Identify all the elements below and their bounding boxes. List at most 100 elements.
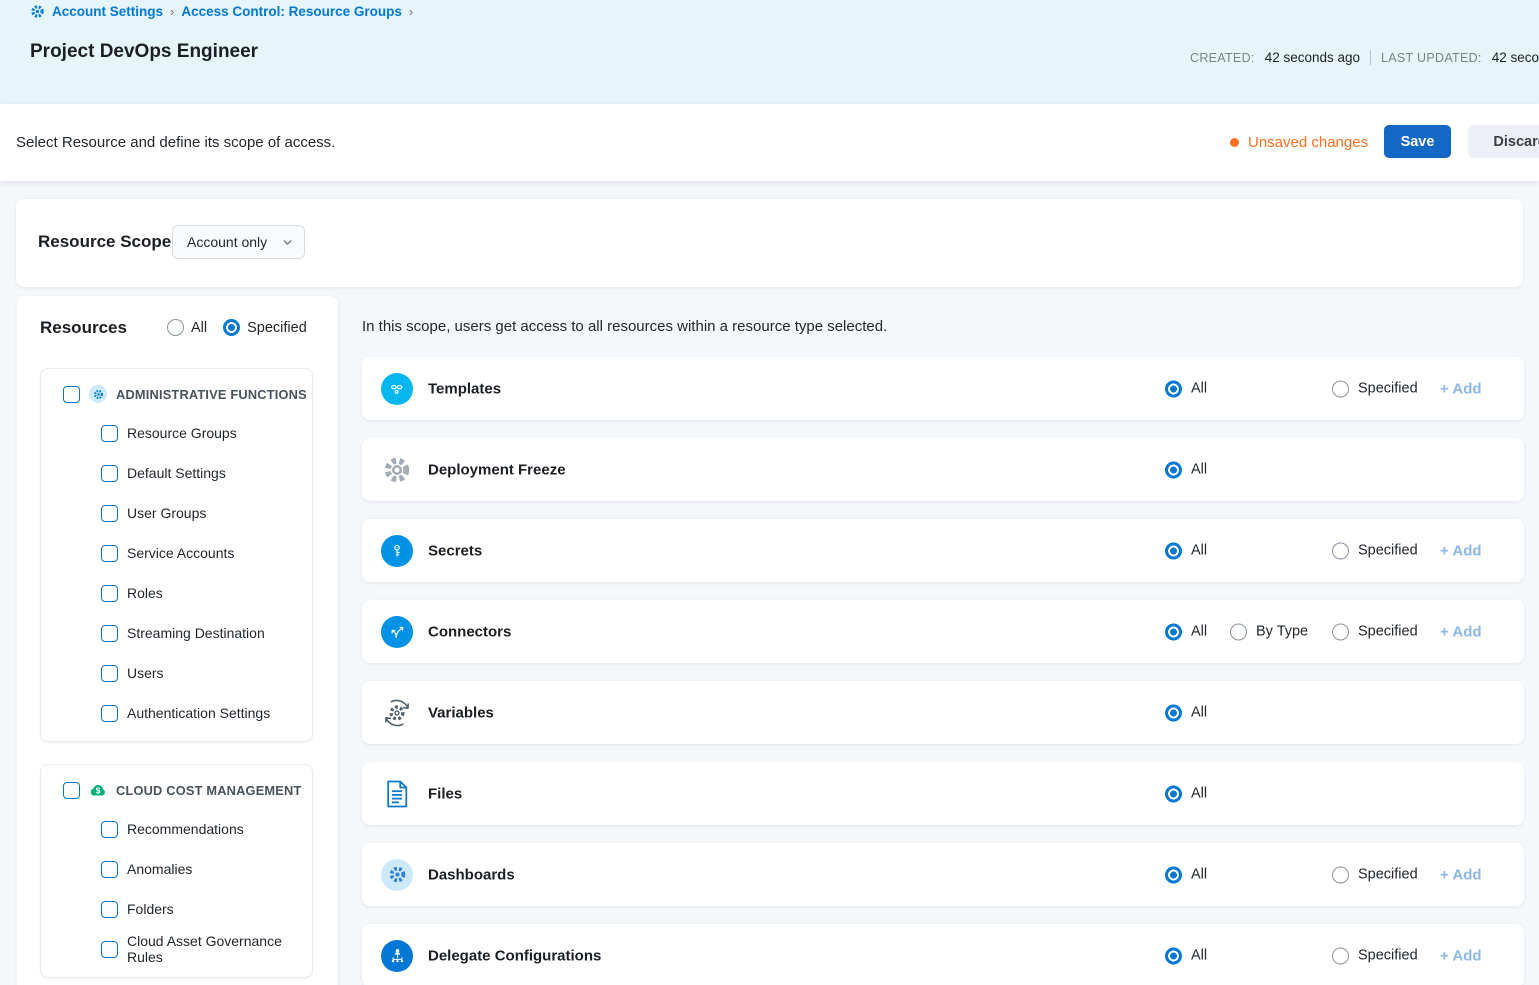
resource-type-item[interactable]: Cloud Asset Governance Rules (41, 929, 312, 969)
breadcrumb: Account Settings › Access Control: Resou… (30, 4, 413, 19)
item-checkbox[interactable] (101, 585, 118, 602)
radio-specified[interactable]: Specified (1332, 623, 1418, 640)
resource-row: TemplatesAllSpecified+ Add (362, 357, 1524, 420)
radio-icon (1332, 623, 1349, 640)
resource-type-item[interactable]: Authentication Settings (41, 693, 312, 733)
add-button[interactable]: + Add (1440, 542, 1482, 559)
radio-by-type[interactable]: By Type (1230, 623, 1308, 640)
add-button[interactable]: + Add (1440, 866, 1482, 883)
item-checkbox[interactable] (101, 901, 118, 918)
radio-all[interactable]: All (1165, 866, 1207, 883)
radio-all-label: All (191, 320, 207, 336)
group-checkbox[interactable] (63, 386, 80, 403)
item-label: Authentication Settings (127, 705, 270, 721)
add-button[interactable]: + Add (1440, 947, 1482, 964)
breadcrumb-separator: › (170, 4, 174, 19)
radio-specified[interactable]: Specified (1332, 947, 1418, 964)
files-icon (381, 778, 413, 810)
radio-icon (1332, 542, 1349, 559)
svg-text:$: $ (96, 787, 101, 796)
radio-label: All (1191, 948, 1207, 964)
radio-all[interactable]: All (1165, 380, 1207, 397)
radio-all[interactable]: All (167, 319, 207, 336)
radio-all[interactable]: All (1165, 542, 1207, 559)
radio-icon (1165, 623, 1182, 640)
action-toolbar: Select Resource and define its scope of … (0, 104, 1539, 181)
item-label: User Groups (127, 505, 206, 521)
resource-row: Secrets All Specified + Add (362, 519, 1524, 582)
resource-type-item[interactable]: Roles (41, 573, 312, 613)
resource-row-label: Connectors (428, 623, 511, 640)
item-checkbox[interactable] (101, 821, 118, 838)
item-checkbox[interactable] (101, 465, 118, 482)
item-checkbox[interactable] (101, 665, 118, 682)
item-checkbox[interactable] (101, 941, 118, 958)
item-checkbox[interactable] (101, 705, 118, 722)
radio-all[interactable]: All (1165, 704, 1207, 721)
item-checkbox[interactable] (101, 425, 118, 442)
radio-label: All (1191, 381, 1207, 397)
group-header: ADMINISTRATIVE FUNCTIONS (41, 369, 312, 413)
radio-icon (1230, 623, 1247, 640)
save-button[interactable]: Save (1384, 125, 1451, 158)
resource-scope-dropdown[interactable]: Account only (172, 225, 305, 259)
resource-type-item[interactable]: User Groups (41, 493, 312, 533)
item-checkbox[interactable] (101, 861, 118, 878)
radio-label: Specified (1358, 624, 1418, 640)
add-button[interactable]: + Add (1440, 380, 1482, 397)
resource-type-item[interactable]: Recommendations (41, 809, 312, 849)
resource-row: Connectors All By Type Specified + Add (362, 600, 1524, 663)
item-label: Anomalies (127, 861, 192, 877)
resource-type-item[interactable]: Default Settings (41, 453, 312, 493)
settings-gear-icon (30, 4, 45, 19)
meta-info: CREATED: 42 seconds ago LAST UPDATED: 42… (1190, 50, 1539, 65)
item-label: Folders (127, 901, 174, 917)
admin-gear-icon (89, 385, 107, 403)
group-label: CLOUD COST MANAGEMENT (116, 783, 301, 798)
add-button[interactable]: + Add (1440, 623, 1482, 640)
item-label: Default Settings (127, 465, 226, 481)
discard-button[interactable]: Discard (1468, 125, 1539, 158)
radio-all[interactable]: All (1165, 623, 1207, 640)
item-checkbox[interactable] (101, 505, 118, 522)
resource-type-item[interactable]: Streaming Destination (41, 613, 312, 653)
resource-group-card: ADMINISTRATIVE FUNCTIONS Resource Groups D… (40, 368, 313, 742)
resource-scope-card: Resource Scope Account only (16, 199, 1523, 287)
group-checkbox[interactable] (63, 782, 80, 799)
resource-type-item[interactable]: Users (41, 653, 312, 693)
item-label: Recommendations (127, 821, 244, 837)
resource-row: VariablesAll (362, 681, 1524, 744)
item-label: Resource Groups (127, 425, 237, 441)
radio-label: All (1191, 462, 1207, 478)
breadcrumb-account-settings[interactable]: Account Settings (52, 4, 163, 19)
resource-scope-label: Resource Scope (38, 232, 171, 252)
radio-label: All (1191, 624, 1207, 640)
radio-checked-icon (223, 319, 240, 336)
secrets-icon (381, 535, 413, 567)
radio-specified[interactable]: Specified (1332, 866, 1418, 883)
item-checkbox[interactable] (101, 545, 118, 562)
radio-icon (1332, 947, 1349, 964)
chevron-down-icon (281, 236, 294, 249)
radio-specified[interactable]: Specified (223, 319, 307, 336)
dashboards-icon (381, 859, 413, 891)
radio-icon (1165, 866, 1182, 883)
item-checkbox[interactable] (101, 625, 118, 642)
resource-type-item[interactable]: Anomalies (41, 849, 312, 889)
radio-icon (1165, 461, 1182, 478)
last-updated-label: LAST UPDATED: (1381, 51, 1482, 65)
resource-type-item[interactable]: Resource Groups (41, 413, 312, 453)
radio-icon (1165, 785, 1182, 802)
radio-specified[interactable]: Specified (1332, 380, 1418, 397)
radio-all[interactable]: All (1165, 461, 1207, 478)
resource-type-item[interactable]: Service Accounts (41, 533, 312, 573)
radio-all[interactable]: All (1165, 947, 1207, 964)
radio-all[interactable]: All (1165, 785, 1207, 802)
resource-type-item[interactable]: Folders (41, 889, 312, 929)
resource-row-label: Secrets (428, 542, 482, 559)
resource-row-label: Delegate Configurations (428, 947, 601, 964)
radio-specified[interactable]: Specified (1332, 542, 1418, 559)
breadcrumb-access-control[interactable]: Access Control: Resource Groups (181, 4, 402, 19)
radio-label: All (1191, 786, 1207, 802)
resource-row-label: Deployment Freeze (428, 461, 566, 478)
